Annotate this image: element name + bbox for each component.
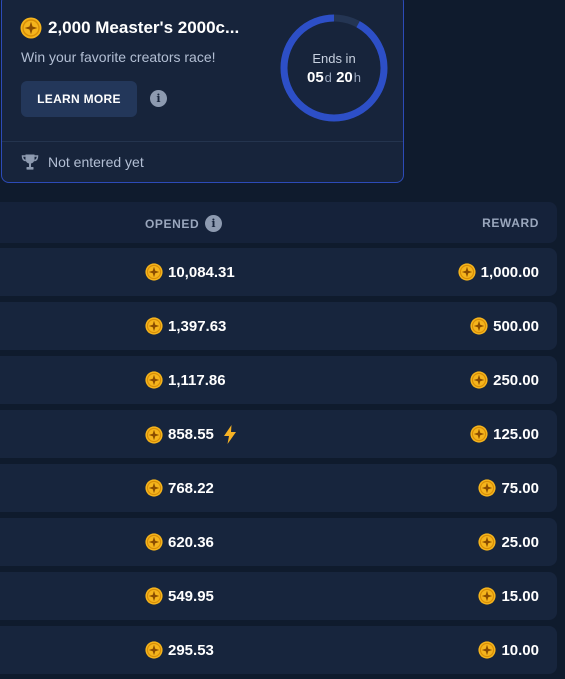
opened-value: 10,084.31 — [168, 263, 235, 281]
coin-icon — [458, 263, 476, 281]
race-title-row: 2,000 Measter's 2000c... — [20, 17, 272, 39]
countdown-timer: Ends in 05d 20h — [279, 13, 389, 123]
opened-cell: 620.36 — [145, 533, 214, 551]
lightning-icon — [223, 425, 236, 444]
table-row: 620.36 25.00 — [0, 518, 557, 566]
coin-icon — [478, 641, 497, 659]
trophy-icon — [21, 154, 39, 170]
reward-value: 75.00 — [501, 479, 539, 497]
reward-cell: 10.00 — [478, 641, 539, 659]
coin-icon — [145, 263, 163, 281]
leaderboard-header: OPENED i REWARD — [0, 202, 557, 243]
table-row: 768.22 75.00 — [0, 464, 557, 512]
timer-days-unit: d — [324, 69, 332, 85]
opened-value: 549.95 — [168, 587, 214, 605]
opened-value: 858.55 — [168, 426, 214, 443]
reward-cell: 75.00 — [478, 479, 539, 497]
reward-value: 250.00 — [493, 371, 539, 389]
reward-cell: 25.00 — [478, 533, 539, 551]
reward-cell: 1,000.00 — [458, 263, 539, 281]
reward-cell: 500.00 — [470, 317, 539, 335]
coin-icon — [470, 317, 488, 335]
reward-cell: 15.00 — [478, 587, 539, 605]
learn-more-button[interactable]: LEARN MORE — [21, 81, 137, 117]
entry-status-text: Not entered yet — [48, 154, 144, 170]
column-reward: REWARD — [482, 216, 539, 230]
opened-cell: 858.55 — [145, 425, 237, 444]
opened-cell: 1,117.86 — [145, 371, 226, 389]
table-row: 1,117.86 250.00 — [0, 356, 557, 404]
coin-icon — [478, 533, 497, 551]
reward-value: 500.00 — [493, 317, 539, 335]
reward-value: 125.00 — [493, 425, 539, 443]
coin-icon — [470, 425, 488, 443]
table-row: 858.55 125.00 — [0, 410, 557, 458]
table-row: 1,397.63 500.00 — [0, 302, 557, 350]
coin-icon — [145, 317, 163, 335]
race-card: 2,000 Measter's 2000c... Win your favori… — [1, 0, 404, 183]
timer-hours: 20 — [336, 68, 353, 86]
opened-value: 295.53 — [168, 641, 214, 659]
opened-cell: 549.95 — [145, 587, 214, 605]
reward-cell: 125.00 — [470, 425, 539, 443]
opened-cell: 768.22 — [145, 479, 214, 497]
timer-value: 05d 20h — [307, 69, 361, 86]
timer-label: Ends in — [312, 50, 356, 66]
coin-icon — [145, 533, 163, 551]
opened-value: 768.22 — [168, 479, 214, 497]
timer-hours-unit: h — [353, 69, 361, 85]
opened-cell: 295.53 — [145, 641, 214, 659]
reward-value: 15.00 — [501, 587, 539, 605]
coin-icon — [145, 641, 163, 659]
opened-value: 1,397.63 — [168, 317, 227, 335]
timer-days: 05 — [306, 68, 324, 86]
race-page: 2,000 Measter's 2000c... Win your favori… — [0, 0, 565, 679]
reward-value: 25.00 — [501, 533, 539, 551]
table-row: 549.95 15.00 — [0, 572, 557, 620]
coin-icon — [470, 371, 488, 389]
entry-status: Not entered yet — [21, 153, 144, 171]
coin-icon — [145, 479, 163, 497]
table-row: 10,084.31 1,000.00 — [0, 248, 557, 296]
coin-icon — [20, 17, 42, 39]
coin-icon — [145, 371, 163, 389]
opened-value: 1,117.86 — [168, 371, 226, 389]
reward-value: 1,000.00 — [480, 263, 539, 281]
reward-cell: 250.00 — [470, 371, 539, 389]
reward-value: 10.00 — [501, 641, 539, 659]
leaderboard-rows: 10,084.31 1,000.00 1,397.63 500.00 1,117… — [0, 248, 557, 679]
opened-cell: 10,084.31 — [145, 263, 235, 281]
card-divider — [2, 141, 403, 142]
coin-icon — [145, 587, 163, 605]
info-icon[interactable]: i — [205, 215, 223, 232]
table-row: 295.53 10.00 — [0, 626, 557, 674]
coin-icon — [478, 587, 497, 605]
column-opened: OPENED i — [145, 215, 223, 232]
info-icon[interactable]: i — [150, 90, 167, 107]
column-opened-label: OPENED — [145, 216, 200, 231]
race-subtitle: Win your favorite creators race! — [21, 49, 216, 65]
opened-cell: 1,397.63 — [145, 317, 226, 335]
opened-value: 620.36 — [168, 533, 214, 551]
race-title: 2,000 Measter's 2000c... — [48, 18, 240, 37]
coin-icon — [145, 425, 163, 444]
coin-icon — [478, 479, 497, 497]
